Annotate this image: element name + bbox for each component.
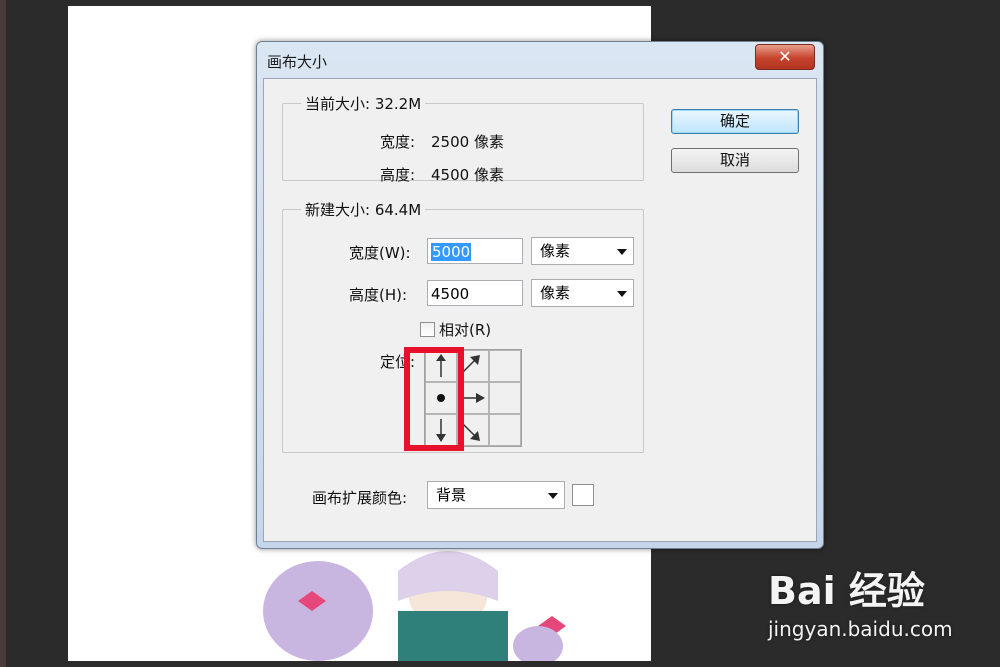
extension-color-select[interactable]: 背景 xyxy=(427,481,565,509)
close-button[interactable]: ✕ xyxy=(755,44,815,70)
watermark-url: jingyan.baidu.com xyxy=(768,617,953,641)
chevron-down-icon xyxy=(548,493,558,499)
anchor-cell-bottom-right[interactable] xyxy=(489,414,521,446)
current-size-legend: 当前大小: 32.2M xyxy=(305,95,422,113)
baidu-watermark: Bai 经验 jingyan.baidu.com xyxy=(768,560,953,641)
anchor-cell-middle-center[interactable] xyxy=(457,382,489,414)
width-input-value: 5000 xyxy=(431,243,472,261)
extension-color-value: 背景 xyxy=(436,486,467,504)
height-input-value: 4500 xyxy=(431,285,470,303)
extension-color-swatch[interactable] xyxy=(572,484,594,506)
character-artwork xyxy=(263,551,566,661)
anchor-cell-top-left[interactable] xyxy=(425,350,457,382)
arrow-up-right-icon xyxy=(461,355,480,374)
new-size-legend: 新建大小: 64.4M xyxy=(305,201,422,219)
height-unit-select[interactable]: 像素 xyxy=(531,279,634,307)
watermark-brand: Bai 经验 xyxy=(768,569,925,613)
chevron-down-icon xyxy=(617,291,627,297)
new-height-label: 高度(H): xyxy=(349,286,408,304)
current-width-label: 宽度: xyxy=(380,133,416,151)
arrow-up-icon xyxy=(436,354,446,377)
anchor-dot-icon xyxy=(437,394,445,402)
arrow-right-icon xyxy=(461,393,485,403)
current-height-value: 4500 像素 xyxy=(431,166,504,184)
window-edge xyxy=(0,0,6,667)
anchor-grid xyxy=(424,349,522,447)
anchor-cell-bottom-left[interactable] xyxy=(425,414,457,446)
anchor-cell-bottom-center[interactable] xyxy=(457,414,489,446)
width-unit-select[interactable]: 像素 xyxy=(531,237,634,265)
width-input[interactable]: 5000 xyxy=(427,238,523,264)
height-unit-value: 像素 xyxy=(540,284,571,302)
arrow-down-icon xyxy=(436,419,446,442)
anchor-cell-middle-left[interactable] xyxy=(425,382,457,414)
relative-label: 相对(R) xyxy=(439,321,492,339)
dialog-body: 当前大小: 32.2M 宽度: 2500 像素 高度: 4500 像素 新建大小… xyxy=(263,78,817,542)
ok-button[interactable]: 确定 xyxy=(671,109,799,134)
canvas-size-dialog: 画布大小 ✕ 当前大小: 32.2M 宽度: 2500 像素 高度: 4500 … xyxy=(256,41,824,549)
dialog-title: 画布大小 xyxy=(267,53,328,71)
new-width-label: 宽度(W): xyxy=(349,244,411,262)
chevron-down-icon xyxy=(617,249,627,255)
anchor-label: 定位: xyxy=(380,353,416,371)
anchor-cell-top-center[interactable] xyxy=(457,350,489,382)
height-input[interactable]: 4500 xyxy=(427,280,523,306)
cancel-button[interactable]: 取消 xyxy=(671,148,799,173)
extension-color-label: 画布扩展颜色: xyxy=(312,489,408,507)
width-unit-value: 像素 xyxy=(540,242,571,260)
anchor-cell-middle-right[interactable] xyxy=(489,382,521,414)
current-height-label: 高度: xyxy=(380,166,416,184)
anchor-cell-top-right[interactable] xyxy=(489,350,521,382)
current-width-value: 2500 像素 xyxy=(431,133,504,151)
relative-checkbox[interactable] xyxy=(420,322,435,337)
arrow-down-right-icon xyxy=(461,422,480,441)
